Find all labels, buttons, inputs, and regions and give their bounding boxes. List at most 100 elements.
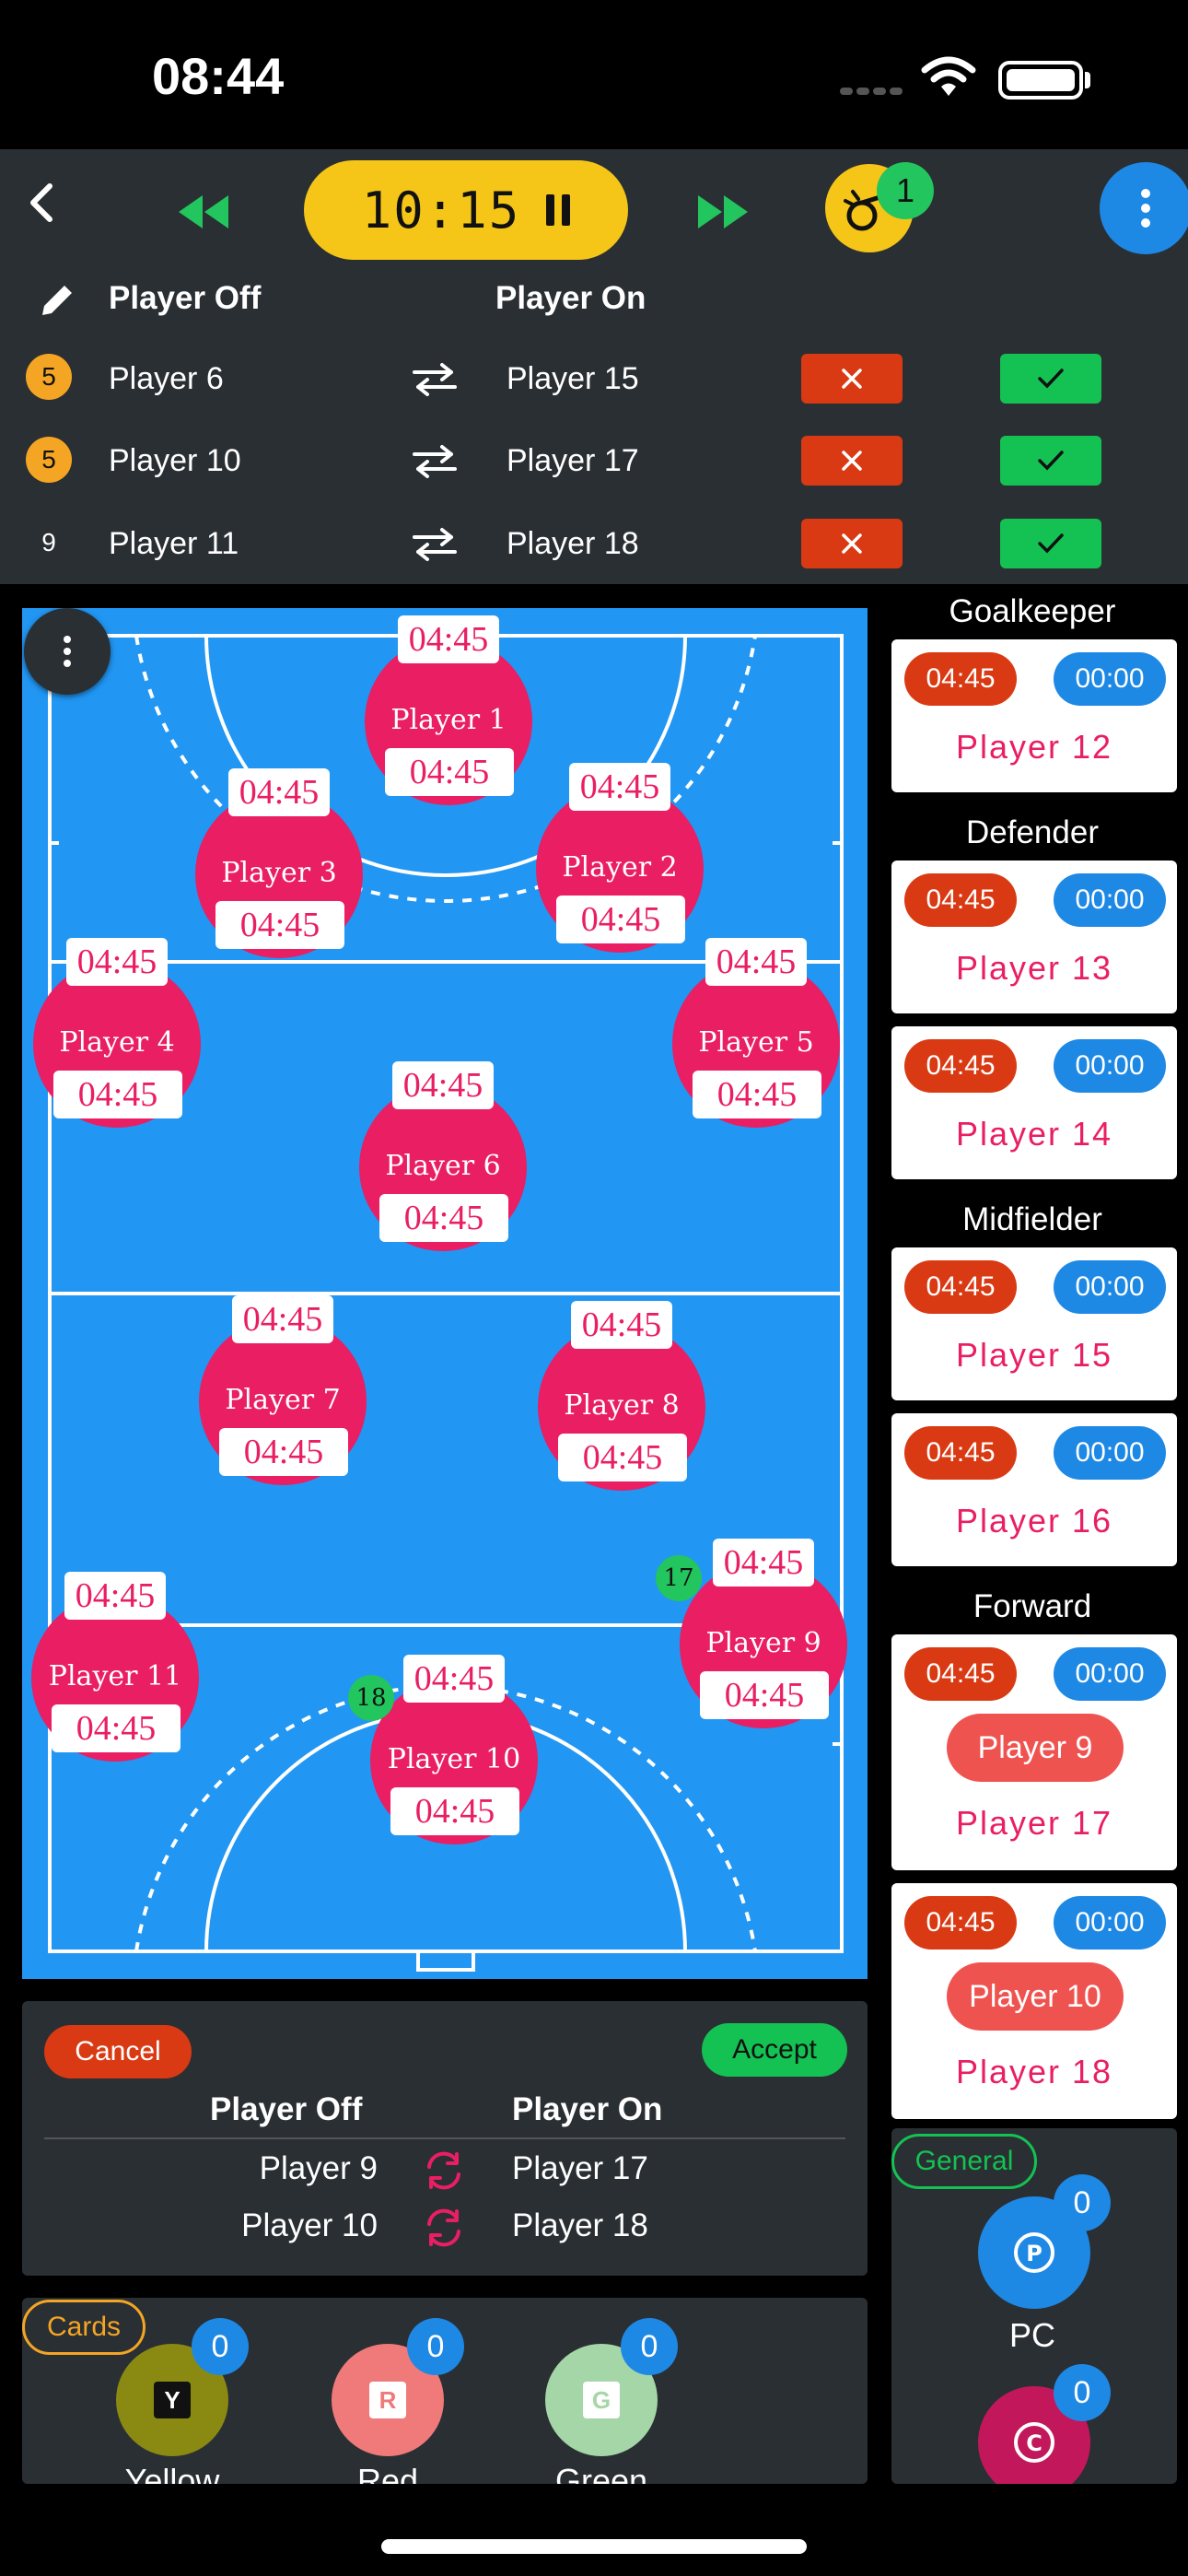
player-time-bottom: 04:45 — [53, 1071, 182, 1118]
sub-list-header-off: Player Off — [109, 280, 262, 316]
player-time-bottom: 04:45 — [219, 1428, 348, 1476]
confirm-header-off: Player Off — [210, 2091, 363, 2127]
battery-tip — [1085, 72, 1090, 88]
player-time-bottom: 04:45 — [693, 1071, 821, 1118]
reject-sub-button[interactable] — [801, 519, 903, 568]
player-time-top: 04:45 — [569, 763, 670, 811]
player-name: Player 11 — [48, 1660, 182, 1692]
cancel-button[interactable]: Cancel — [44, 2025, 192, 2078]
player-time-top: 04:45 — [64, 1572, 166, 1620]
incoming-jersey-badge: 17 — [656, 1555, 702, 1601]
game-timer-button[interactable]: 10:15 — [304, 160, 628, 260]
pitch-options-button[interactable] — [24, 608, 111, 695]
reject-sub-button[interactable] — [801, 436, 903, 486]
pencil-icon[interactable] — [37, 278, 79, 321]
more-vertical-icon — [64, 636, 71, 667]
pitch-player[interactable]: Player 4 04:45 04:45 — [33, 938, 201, 1128]
player-name: Player 7 — [225, 1384, 341, 1416]
confirm-on-player: Player 17 — [512, 2150, 648, 2186]
general-chip: General — [891, 2134, 1037, 2189]
bench-player-name: Player 15 — [955, 1336, 1113, 1374]
bench-card[interactable]: 04:45 00:00 Player 12 — [891, 639, 1177, 792]
pitch-player[interactable]: Player 3 04:45 04:45 — [195, 768, 363, 958]
more-menu-button[interactable] — [1100, 162, 1188, 254]
sub-row-off-player: Player 6 — [109, 361, 224, 396]
bench-player-name: Player 16 — [955, 1502, 1113, 1540]
player-name: Player 6 — [385, 1150, 501, 1182]
bench-time-off: 00:00 — [1054, 652, 1166, 706]
player-time-bottom: 04:45 — [700, 1671, 829, 1719]
corner-icon: C — [1014, 2422, 1054, 2463]
swap-arrows-icon — [413, 528, 457, 561]
pitch-player[interactable]: Player 7 04:45 04:45 — [199, 1295, 367, 1485]
player-name: Player 2 — [562, 851, 678, 884]
pitch-player[interactable]: Player 9 04:45 04:45 17 — [656, 1539, 847, 1728]
pitch-player[interactable]: Player 11 04:45 04:45 — [31, 1572, 199, 1762]
bench-player-name: Player 17 — [955, 1804, 1113, 1842]
bench-card[interactable]: 04:45 00:00 Player 15 — [891, 1247, 1177, 1400]
bench-time-off: 00:00 — [1054, 1426, 1166, 1480]
signal-icon — [840, 83, 906, 100]
player-time-bottom: 04:45 — [385, 748, 514, 796]
pause-icon — [546, 194, 571, 226]
player-time-bottom: 04:45 — [215, 901, 344, 949]
bench-time-on: 04:45 — [904, 1039, 1017, 1093]
role-forward: Forward — [973, 1588, 1092, 1624]
player-time-bottom: 04:45 — [390, 1787, 519, 1835]
pitch-player[interactable]: Player 10 04:45 04:45 18 — [348, 1655, 538, 1844]
swap-arrows-icon — [413, 445, 457, 478]
check-icon — [1038, 451, 1064, 471]
reject-sub-button[interactable] — [801, 354, 903, 404]
red-card-count: 0 — [407, 2318, 464, 2375]
bottom-bar — [0, 2484, 1188, 2576]
corner-count: 0 — [1054, 2364, 1111, 2421]
swap-cycle-icon — [427, 2151, 460, 2190]
sub-row-number: 5 — [26, 354, 72, 400]
accept-button[interactable]: Accept — [702, 2023, 847, 2077]
substitution-count-badge: 1 — [877, 162, 934, 219]
swap-cycle-icon — [427, 2208, 460, 2247]
player-time-top: 04:45 — [713, 1539, 814, 1587]
confirm-sub-button[interactable] — [1000, 519, 1101, 568]
swap-arrows-icon — [413, 363, 457, 396]
pitch-player[interactable]: Player 1 04:45 04:45 — [365, 615, 532, 805]
penalty-corner-label: PC — [1008, 2316, 1055, 2354]
battery-icon — [998, 61, 1083, 100]
player-name: Player 10 — [387, 1743, 521, 1775]
bench-card[interactable]: 04:45 00:00 Player 13 — [891, 861, 1177, 1013]
player-time-top: 04:45 — [228, 768, 330, 816]
confirm-sub-button[interactable] — [1000, 354, 1101, 404]
bench-time-off: 00:00 — [1054, 1260, 1166, 1314]
close-icon — [842, 369, 862, 389]
bench-card[interactable]: 04:45 00:00 Player 10 Player 18 — [891, 1883, 1177, 2119]
bench-card[interactable]: 04:45 00:00 Player 9 Player 17 — [891, 1634, 1177, 1870]
close-icon — [842, 451, 862, 471]
confirm-off-player: Player 9 — [259, 2150, 378, 2186]
bench-time-on: 04:45 — [904, 1426, 1017, 1480]
sub-row-on-player: Player 15 — [507, 361, 639, 396]
bench-time-off: 00:00 — [1054, 1039, 1166, 1093]
bench-player-name: Player 18 — [955, 2053, 1113, 2090]
green-card-count: 0 — [621, 2318, 678, 2375]
bench-card[interactable]: 04:45 00:00 Player 16 — [891, 1413, 1177, 1566]
bench-card[interactable]: 04:45 00:00 Player 14 — [891, 1026, 1177, 1179]
back-chevron-icon[interactable] — [17, 175, 72, 230]
pitch-player[interactable]: Player 6 04:45 04:45 — [359, 1061, 527, 1251]
check-icon — [1038, 369, 1064, 389]
pitch-player[interactable]: Player 2 04:45 04:45 — [536, 763, 704, 953]
confirm-header-on: Player On — [512, 2091, 663, 2127]
confirm-sub-button[interactable] — [1000, 436, 1101, 486]
green-card-icon: G — [583, 2382, 620, 2418]
fast-forward-icon[interactable] — [693, 192, 753, 232]
role-goalkeeper: Goalkeeper — [949, 593, 1116, 629]
red-card-icon: R — [369, 2382, 406, 2418]
svg-text:C: C — [1026, 2430, 1042, 2456]
pitch-player[interactable]: Player 5 04:45 04:45 — [672, 938, 840, 1128]
bench-player-name: Player 14 — [955, 1115, 1113, 1153]
rewind-icon[interactable] — [173, 192, 234, 232]
pitch-player[interactable]: Player 8 04:45 04:45 — [538, 1301, 705, 1491]
confirm-on-player: Player 18 — [512, 2207, 648, 2243]
home-indicator[interactable] — [381, 2539, 807, 2554]
player-name: Player 9 — [705, 1627, 821, 1659]
svg-text:P: P — [1026, 2241, 1042, 2266]
